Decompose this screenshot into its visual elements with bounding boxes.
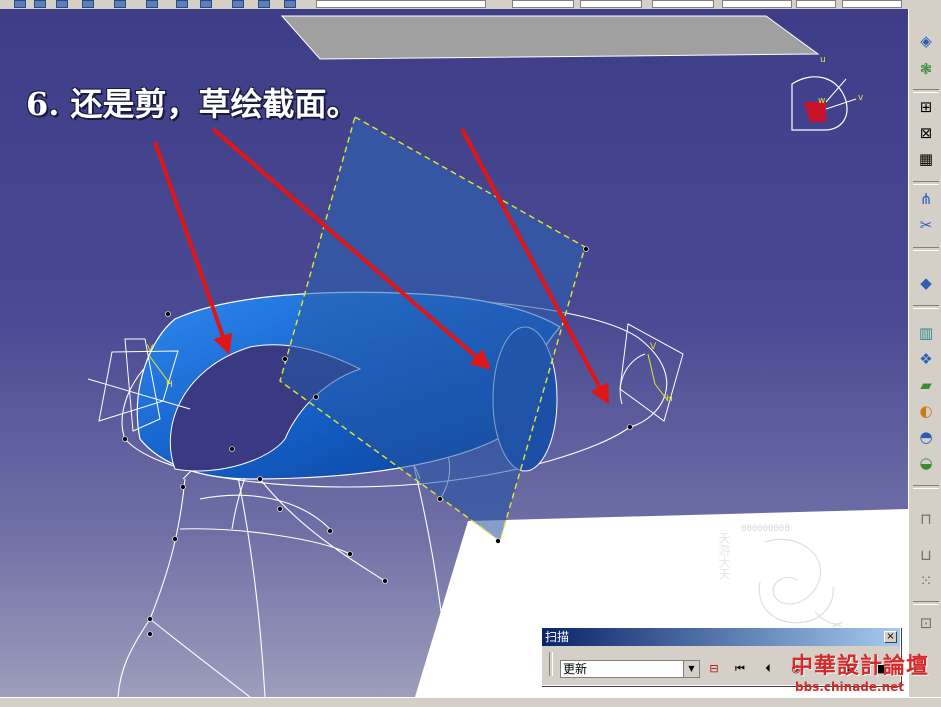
watermark-top-text: 000000000 — [741, 524, 790, 534]
toolbar-icon[interactable] — [176, 0, 188, 8]
toolbar-icon[interactable] — [146, 0, 158, 8]
revolve-icon[interactable]: ◓ — [915, 427, 937, 447]
right-sketch-frame — [619, 323, 684, 422]
toolbar-field[interactable] — [652, 0, 714, 8]
left-axis-v: V — [147, 344, 154, 354]
dialog-close-button[interactable]: × — [884, 631, 897, 643]
mode-select-value: 更新 — [563, 662, 588, 676]
right-axis-h: H — [666, 394, 673, 404]
pattern-icon[interactable]: ⊡ — [915, 613, 937, 633]
toolbar-icon[interactable] — [34, 0, 46, 8]
toolbar-field[interactable] — [722, 0, 792, 8]
sweep-icon[interactable]: ❃ — [915, 59, 937, 79]
right-axis-v: V — [650, 342, 657, 352]
fillet-icon[interactable]: ◒ — [915, 453, 937, 473]
grid-icon[interactable]: ⊞ — [915, 97, 937, 117]
toolbar-field[interactable] — [316, 0, 486, 8]
annotation-title: 6. 还是剪，草绘截面。 — [26, 85, 359, 123]
surface-icon[interactable]: ▥ — [915, 323, 937, 343]
toolbar-icon[interactable] — [284, 0, 296, 8]
compass-label-u: u — [820, 55, 826, 65]
toolbar-field[interactable] — [842, 0, 902, 8]
blend-icon[interactable]: ▰ — [915, 375, 937, 395]
toolbar-icon[interactable] — [14, 0, 26, 8]
split-icon[interactable]: ⋔ — [915, 189, 937, 209]
plane-icon[interactable]: ◈ — [915, 31, 937, 51]
first-frame-button[interactable]: ⏮ — [730, 659, 750, 679]
toolbar-icon[interactable] — [82, 0, 94, 8]
compass-label-w: w — [818, 96, 825, 106]
mode-select[interactable]: 更新 ▼ — [560, 660, 700, 678]
site-logo-url: bbs.chinade.net — [795, 680, 904, 694]
fill-icon[interactable]: ❖ — [915, 349, 937, 369]
prev-frame-button[interactable]: ⏴ — [758, 659, 778, 679]
toolbar-field[interactable] — [580, 0, 642, 8]
toolbar-icon[interactable] — [114, 0, 126, 8]
dialog-title: 扫描 — [542, 628, 900, 646]
site-logo: 中華設計論壇 bbs.chinade.net — [785, 648, 935, 700]
cut-icon[interactable]: ✂ — [915, 215, 937, 235]
join-icon[interactable]: ⁙ — [915, 571, 937, 591]
site-logo-name: 中華設計論壇 — [791, 653, 930, 679]
tree-icon[interactable]: ⊟ — [704, 659, 724, 679]
toolbar-icon[interactable] — [232, 0, 244, 8]
rib-icon[interactable]: ⊓ — [915, 509, 937, 529]
toolbar-icon[interactable] — [56, 0, 68, 8]
matrix-icon[interactable]: ▦ — [915, 149, 937, 169]
toolbar-icon[interactable] — [200, 0, 212, 8]
sketch-plane — [279, 115, 586, 543]
grip-handle[interactable] — [549, 652, 553, 676]
watermark-column-text: 天游大天 — [717, 532, 731, 580]
scale-icon[interactable]: ⊠ — [915, 123, 937, 143]
multi-icon[interactable]: ⊔ — [915, 545, 937, 565]
extrude-icon[interactable]: ◆ — [915, 273, 937, 293]
offset-icon[interactable]: ◐ — [915, 401, 937, 421]
toolbar-icon[interactable] — [258, 0, 270, 8]
compass-label-v: v — [858, 93, 864, 103]
ground-plane-top — [280, 15, 820, 60]
left-axis-h: H — [166, 380, 173, 390]
toolbar-field[interactable] — [796, 0, 836, 8]
chevron-down-icon[interactable]: ▼ — [683, 661, 699, 677]
right-toolbar: ◈ ❃ ⊞ ⊠ ▦ ⋔ ✂ ◆ ▥ ❖ ▰ ◐ ◓ ◒ ⊓ ⊔ ⁙ ⊡ — [908, 9, 941, 697]
toolbar-field[interactable] — [512, 0, 574, 8]
watermark-seal: 天游大天 000000000 — [715, 522, 845, 640]
